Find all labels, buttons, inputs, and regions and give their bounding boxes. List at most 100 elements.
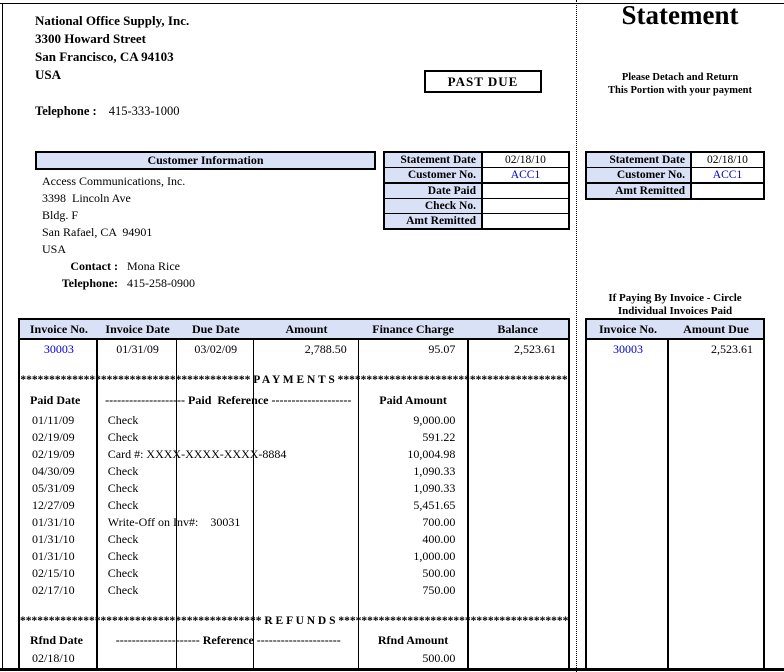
rfnd-date: 02/18/10 <box>20 649 98 666</box>
paid-amount: 9,000.00 <box>359 411 468 428</box>
col-header-amount: Amount <box>254 320 359 338</box>
customer-no-row: Customer No. ACC1 <box>385 167 568 182</box>
refund-row: 02/18/10 500.00 <box>20 649 568 666</box>
stub-invoice-table: Invoice No. Amount Due 30003 2,523.61 <box>585 318 765 668</box>
paid-amount: 5,451.65 <box>359 496 468 513</box>
customer-phone-value: 415-258-0900 <box>118 275 195 292</box>
customer-name: Access Communications, Inc. <box>42 173 195 190</box>
statement-document: National Office Supply, Inc. 3300 Howard… <box>0 0 784 672</box>
check-no-value[interactable] <box>483 199 568 213</box>
customer-phone-row: Telephone: 415-258-0900 <box>42 275 195 292</box>
paid-date: 02/19/09 <box>20 428 98 445</box>
statement-date-row: Statement Date 02/18/10 <box>385 153 568 167</box>
customer-no-value[interactable]: ACC1 <box>483 168 568 182</box>
company-phone-line: Telephone :415-333-1000 <box>35 104 180 119</box>
company-street: 3300 Howard Street <box>35 30 189 48</box>
payment-row: 01/31/10 Check 1,000.00 <box>20 547 568 564</box>
contact-label: Contact : <box>42 258 118 275</box>
amt-remitted-label: Amt Remitted <box>385 214 483 228</box>
date-paid-value[interactable] <box>483 184 568 198</box>
rfnd-reference-header: --------------------- Reference --------… <box>98 631 359 649</box>
stub-amt-remitted-value[interactable] <box>692 184 763 198</box>
col-header-invoice-date: Invoice Date <box>98 320 178 338</box>
paid-date: 02/17/10 <box>20 581 98 598</box>
customer-city: San Rafael, CA 94901 <box>42 224 195 241</box>
spacer-cell <box>467 496 568 513</box>
company-country: USA <box>35 66 189 84</box>
detach-note-line2: This Portion with your payment <box>576 84 784 97</box>
paid-date-header: Paid Date <box>20 391 98 409</box>
remittance-info-table: Statement Date 02/18/10 Customer No. ACC… <box>383 151 570 230</box>
paid-reference: Check <box>98 496 359 513</box>
date-paid-row: Date Paid <box>385 182 568 198</box>
paid-date: 02/15/10 <box>20 564 98 581</box>
detach-dotted-line <box>576 0 577 672</box>
payments-header-row: Paid Date -------------------- Paid Refe… <box>20 391 568 409</box>
stub-invoice-no-link[interactable]: 30003 <box>587 340 669 357</box>
paid-amount: 1,090.33 <box>359 479 468 496</box>
customer-phone-label: Telephone: <box>42 275 118 292</box>
invoice-table-header-row: Invoice No. Invoice Date Due Date Amount… <box>20 320 568 338</box>
refunds-header-row: Rfnd Date --------------------- Referenc… <box>20 631 568 649</box>
paid-amount: 400.00 <box>359 530 468 547</box>
payment-row: 02/17/10 Check 750.00 <box>20 581 568 598</box>
stub-table-header-row: Invoice No. Amount Due <box>587 320 763 338</box>
stub-paying-note: If Paying By Invoice - Circle Individual… <box>585 292 765 318</box>
payment-row: 01/11/09 Check 9,000.00 <box>20 411 568 428</box>
company-phone-value: 415-333-1000 <box>97 104 180 118</box>
stub-note-line2: Individual Invoices Paid <box>585 305 765 318</box>
paid-amount: 1,000.00 <box>359 547 468 564</box>
customer-country: USA <box>42 241 195 258</box>
rfnd-amount: 500.00 <box>359 649 468 666</box>
spacer-cell <box>467 411 568 428</box>
stub-customer-no-value[interactable]: ACC1 <box>692 168 763 182</box>
paid-reference: Card #: XXXX-XXXX-XXXX-8884 <box>98 445 359 462</box>
stub-col-header-amount-due: Amount Due <box>669 320 763 338</box>
refunds-section-banner: ****************************************… <box>20 614 568 629</box>
rfnd-date-header: Rfnd Date <box>20 631 98 649</box>
grid-line <box>667 318 669 668</box>
spacer-cell <box>467 631 568 649</box>
spacer-cell <box>467 530 568 547</box>
grid-line <box>763 318 765 668</box>
paid-date: 01/31/10 <box>20 513 98 530</box>
spacer-cell <box>467 513 568 530</box>
customer-contact-row: Contact : Mona Rice <box>42 258 195 275</box>
stub-info-table: Statement Date 02/18/10 Customer No. ACC… <box>585 151 765 200</box>
col-header-due-date: Due Date <box>177 320 254 338</box>
rfnd-amount-header: Rfnd Amount <box>359 631 468 649</box>
paid-amount: 1,090.33 <box>359 462 468 479</box>
payment-row: 04/30/09 Check 1,090.33 <box>20 462 568 479</box>
paid-date: 01/31/10 <box>20 530 98 547</box>
paid-date: 01/11/09 <box>20 411 98 428</box>
spacer-cell <box>467 479 568 496</box>
company-address-block: National Office Supply, Inc. 3300 Howard… <box>35 12 189 84</box>
detach-note: Please Detach and Return This Portion wi… <box>576 71 784 97</box>
customer-street: 3398 Lincoln Ave <box>42 190 195 207</box>
paid-date: 12/27/09 <box>20 496 98 513</box>
amt-remitted-value[interactable] <box>483 214 568 228</box>
paid-date: 04/30/09 <box>20 462 98 479</box>
amt-remitted-row: Amt Remitted <box>385 213 568 228</box>
col-header-balance: Balance <box>467 320 568 338</box>
grid-line <box>568 318 570 668</box>
payment-row: 02/19/09 Check 591.22 <box>20 428 568 445</box>
paid-reference: Check <box>98 581 359 598</box>
payment-row: 02/19/09 Card #: XXXX-XXXX-XXXX-8884 10,… <box>20 445 568 462</box>
invoice-no-link[interactable]: 30003 <box>20 340 98 357</box>
paid-date: 05/31/09 <box>20 479 98 496</box>
paid-reference: Check <box>98 547 359 564</box>
paid-date: 01/31/10 <box>20 547 98 564</box>
payment-row: 02/15/10 Check 500.00 <box>20 564 568 581</box>
customer-information-header: Customer Information <box>35 151 376 170</box>
customer-no-label: Customer No. <box>385 168 483 182</box>
stub-amt-remitted-row: Amt Remitted <box>587 182 763 198</box>
paid-amount: 500.00 <box>359 564 468 581</box>
invoice-amount: 2,788.50 <box>254 340 359 357</box>
check-no-label: Check No. <box>385 199 483 213</box>
col-header-finance-charge: Finance Charge <box>359 320 468 338</box>
spacer-cell <box>467 391 568 409</box>
paid-reference: Check <box>98 462 359 479</box>
invoice-activity-table: Invoice No. Invoice Date Due Date Amount… <box>18 318 570 668</box>
paid-amount: 10,004.98 <box>359 445 468 462</box>
